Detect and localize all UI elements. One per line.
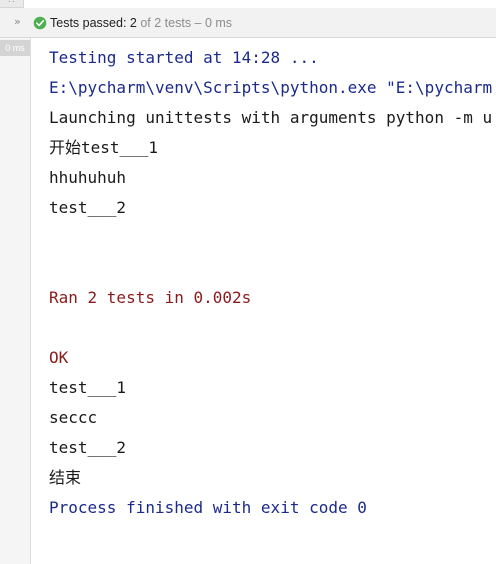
console-line: 开始test___1 [49, 138, 159, 157]
console-line: OK [49, 348, 69, 367]
console-line: test___1 [49, 378, 127, 397]
console-line: Testing started at 14:28 ... [49, 48, 319, 67]
expand-icon[interactable]: » [14, 15, 26, 29]
top-toolbar-strip: .. [0, 0, 24, 8]
console-line: Ran 2 tests in 0.002s [49, 288, 252, 307]
console-line: hhuhuhuh [49, 168, 127, 187]
more-icon[interactable]: .. [8, 0, 16, 5]
duration-badge: 0 ms [0, 40, 30, 56]
tests-passed-summary: Tests passed: 2 of 2 tests – 0 ms [50, 16, 232, 30]
tests-passed-label: Tests passed: 2 [50, 16, 137, 30]
check-circle-icon [33, 16, 47, 30]
console-gutter: 0 ms [0, 38, 31, 564]
console-line: 结束 [49, 468, 82, 487]
test-status-bar: » Tests passed: 2 of 2 tests – 0 ms [0, 8, 496, 38]
tests-passed-detail: of 2 tests – 0 ms [140, 16, 233, 30]
console-line: Launching unittests with arguments pytho… [49, 108, 493, 127]
console-output[interactable]: Testing started at 14:28 ... E:\pycharm\v… [49, 43, 496, 564]
console-line: test___2 [49, 198, 127, 217]
console-line: Process finished with exit code 0 [49, 498, 367, 517]
console-line: test___2 [49, 438, 127, 457]
console-line: seccc [49, 408, 98, 427]
console-line: E:\pycharm\venv\Scripts\python.exe "E:\p… [49, 78, 493, 97]
